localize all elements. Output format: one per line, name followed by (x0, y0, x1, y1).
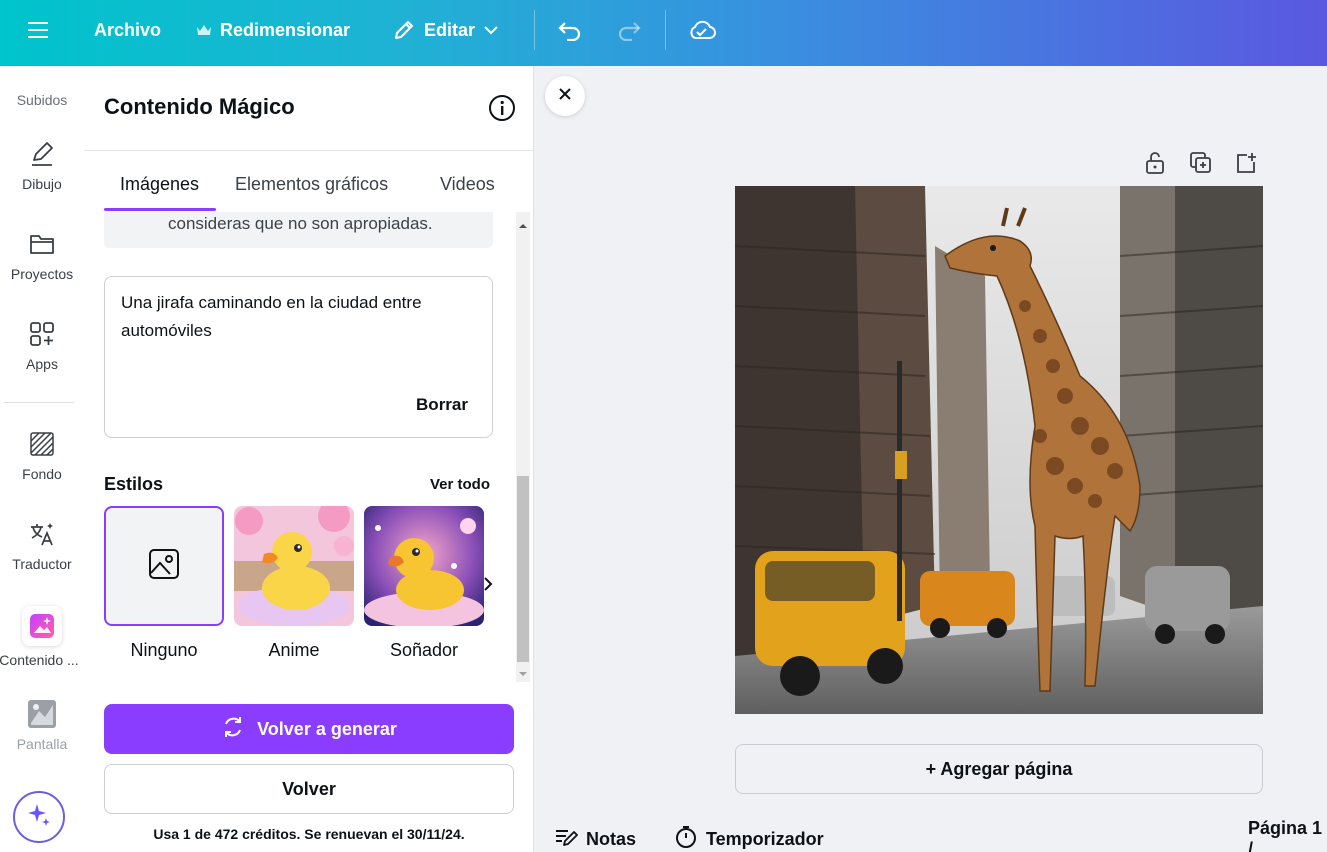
file-menu-button[interactable]: Archivo (94, 0, 161, 60)
timer-button[interactable]: Temporizador (674, 825, 824, 852)
crown-icon (196, 23, 212, 37)
hamburger-icon[interactable] (28, 0, 50, 60)
resize-label: Redimensionar (220, 19, 351, 40)
credits-text: Usa 1 de 472 créditos. Se renuevan el 30… (153, 826, 465, 842)
info-icon[interactable] (488, 94, 516, 122)
sidebar-item-background[interactable]: Fondo (0, 428, 84, 482)
toolbar-divider (665, 10, 666, 50)
top-toolbar: Archivo Redimensionar Editar (0, 0, 1327, 66)
sidebar-item-magic-media[interactable]: Contenido ... (0, 606, 84, 668)
sidebar-item-screen[interactable]: Pantalla (0, 698, 84, 752)
redo-icon (616, 19, 642, 41)
left-sidebar: Subidos Dibujo Proyectos Apps Fondo Trad… (0, 66, 84, 852)
tab-graphics[interactable]: Elementos gráficos (235, 174, 388, 195)
sidebar-item-label: Traductor (12, 556, 72, 572)
file-menu-label: Archivo (94, 19, 162, 40)
sidebar-item-translator[interactable]: Traductor (0, 518, 84, 572)
sidebar-item-apps[interactable]: Apps (0, 318, 84, 372)
style-label: Ninguno (130, 640, 198, 660)
panel-scroll-area: consideras que no son apropiadas. Una ji… (84, 212, 534, 682)
notes-button[interactable]: Notas (554, 826, 636, 852)
sidebar-item-label: Pantalla (16, 736, 68, 752)
sidebar-item-label: Apps (26, 356, 58, 372)
unlock-icon[interactable] (1143, 151, 1167, 175)
sidebar-item-label: Subidos (16, 92, 68, 108)
regenerate-label: Volver a generar (257, 718, 397, 739)
sidebar-item-label: Dibujo (22, 176, 62, 192)
undo-button[interactable] (557, 0, 583, 60)
add-page-button[interactable]: + Agregar página (735, 744, 1263, 794)
clear-button[interactable]: Borrar (416, 395, 468, 415)
tab-videos[interactable]: Videos (440, 174, 495, 195)
close-icon (558, 87, 572, 106)
cloud-check-icon (688, 19, 716, 41)
background-stripes-icon (26, 428, 58, 460)
translate-icon (26, 518, 58, 550)
generated-image[interactable] (735, 186, 1263, 714)
sidebar-divider (4, 402, 74, 403)
sidebar-item-projects[interactable]: Proyectos (0, 228, 84, 282)
refresh-icon (221, 715, 245, 744)
magic-media-icon (22, 606, 62, 646)
style-card-anime[interactable]: Anime (234, 506, 354, 660)
redo-button[interactable] (616, 0, 642, 60)
draw-pen-icon (26, 138, 58, 170)
sidebar-item-uploads[interactable]: Subidos (0, 92, 84, 108)
panel-divider (84, 150, 534, 151)
folder-icon (26, 228, 58, 260)
pencil-icon (392, 18, 416, 42)
styles-heading: Estilos (104, 474, 164, 494)
notice-box: consideras que no son apropiadas. (104, 212, 493, 248)
save-status-button[interactable] (688, 0, 716, 60)
sparkle-icon (26, 802, 52, 833)
sidebar-item-label: Fondo (22, 466, 62, 482)
scroll-down-icon[interactable] (518, 666, 528, 676)
scrollbar-thumb[interactable] (517, 476, 529, 662)
style-thumbnail (234, 506, 354, 626)
duplicate-page-icon[interactable] (1189, 151, 1213, 175)
apps-grid-icon (26, 318, 58, 350)
notice-text: consideras que no son apropiadas. (168, 214, 433, 233)
style-label: Soñador (389, 640, 459, 660)
sidebar-item-label: Contenido ... (0, 652, 79, 668)
page-indicator[interactable]: Página 1 / (1248, 818, 1327, 852)
prompt-text[interactable]: Una jirafa caminando en la ciudad entre … (121, 289, 471, 345)
chevron-right-icon[interactable] (480, 574, 496, 594)
undo-icon (557, 19, 583, 41)
close-panel-button[interactable] (545, 76, 585, 116)
screen-icon (26, 698, 58, 730)
assistant-button[interactable] (13, 791, 65, 843)
regenerate-button[interactable]: Volver a generar (104, 704, 514, 754)
sidebar-item-draw[interactable]: Dibujo (0, 138, 84, 192)
scroll-up-icon[interactable] (518, 218, 528, 228)
magic-media-panel: Contenido Mágico Imágenes Elementos gráf… (84, 66, 534, 852)
sidebar-item-label: Proyectos (10, 266, 74, 282)
page-label: Página 1 / (1248, 818, 1323, 852)
edit-menu-button[interactable]: Editar (392, 0, 499, 60)
style-thumbnail (364, 506, 484, 626)
prompt-input[interactable]: Una jirafa caminando en la ciudad entre … (104, 276, 493, 438)
style-card-none[interactable]: Ninguno (104, 506, 224, 660)
timer-icon (674, 825, 698, 852)
edit-label: Editar (424, 19, 476, 40)
add-page-icon[interactable] (1234, 151, 1258, 175)
notes-icon (554, 826, 578, 852)
tab-images[interactable]: Imágenes (120, 174, 199, 195)
back-label: Volver (282, 778, 336, 799)
add-page-label: + Agregar página (925, 758, 1073, 779)
notes-label: Notas (586, 828, 637, 849)
back-button[interactable]: Volver (104, 764, 514, 814)
chevron-down-icon (483, 25, 499, 35)
toolbar-divider (534, 10, 535, 50)
style-label: Anime (268, 640, 320, 660)
panel-title: Contenido Mágico (104, 94, 295, 119)
see-all-link[interactable]: Ver todo (430, 476, 490, 493)
panel-scrollbar[interactable] (512, 212, 534, 682)
resize-button[interactable]: Redimensionar (196, 0, 350, 60)
image-icon (148, 548, 180, 585)
style-thumbnail (104, 506, 224, 626)
timer-label: Temporizador (706, 828, 824, 849)
active-tab-indicator (104, 208, 216, 211)
style-card-dreamy[interactable]: Soñador (364, 506, 484, 660)
